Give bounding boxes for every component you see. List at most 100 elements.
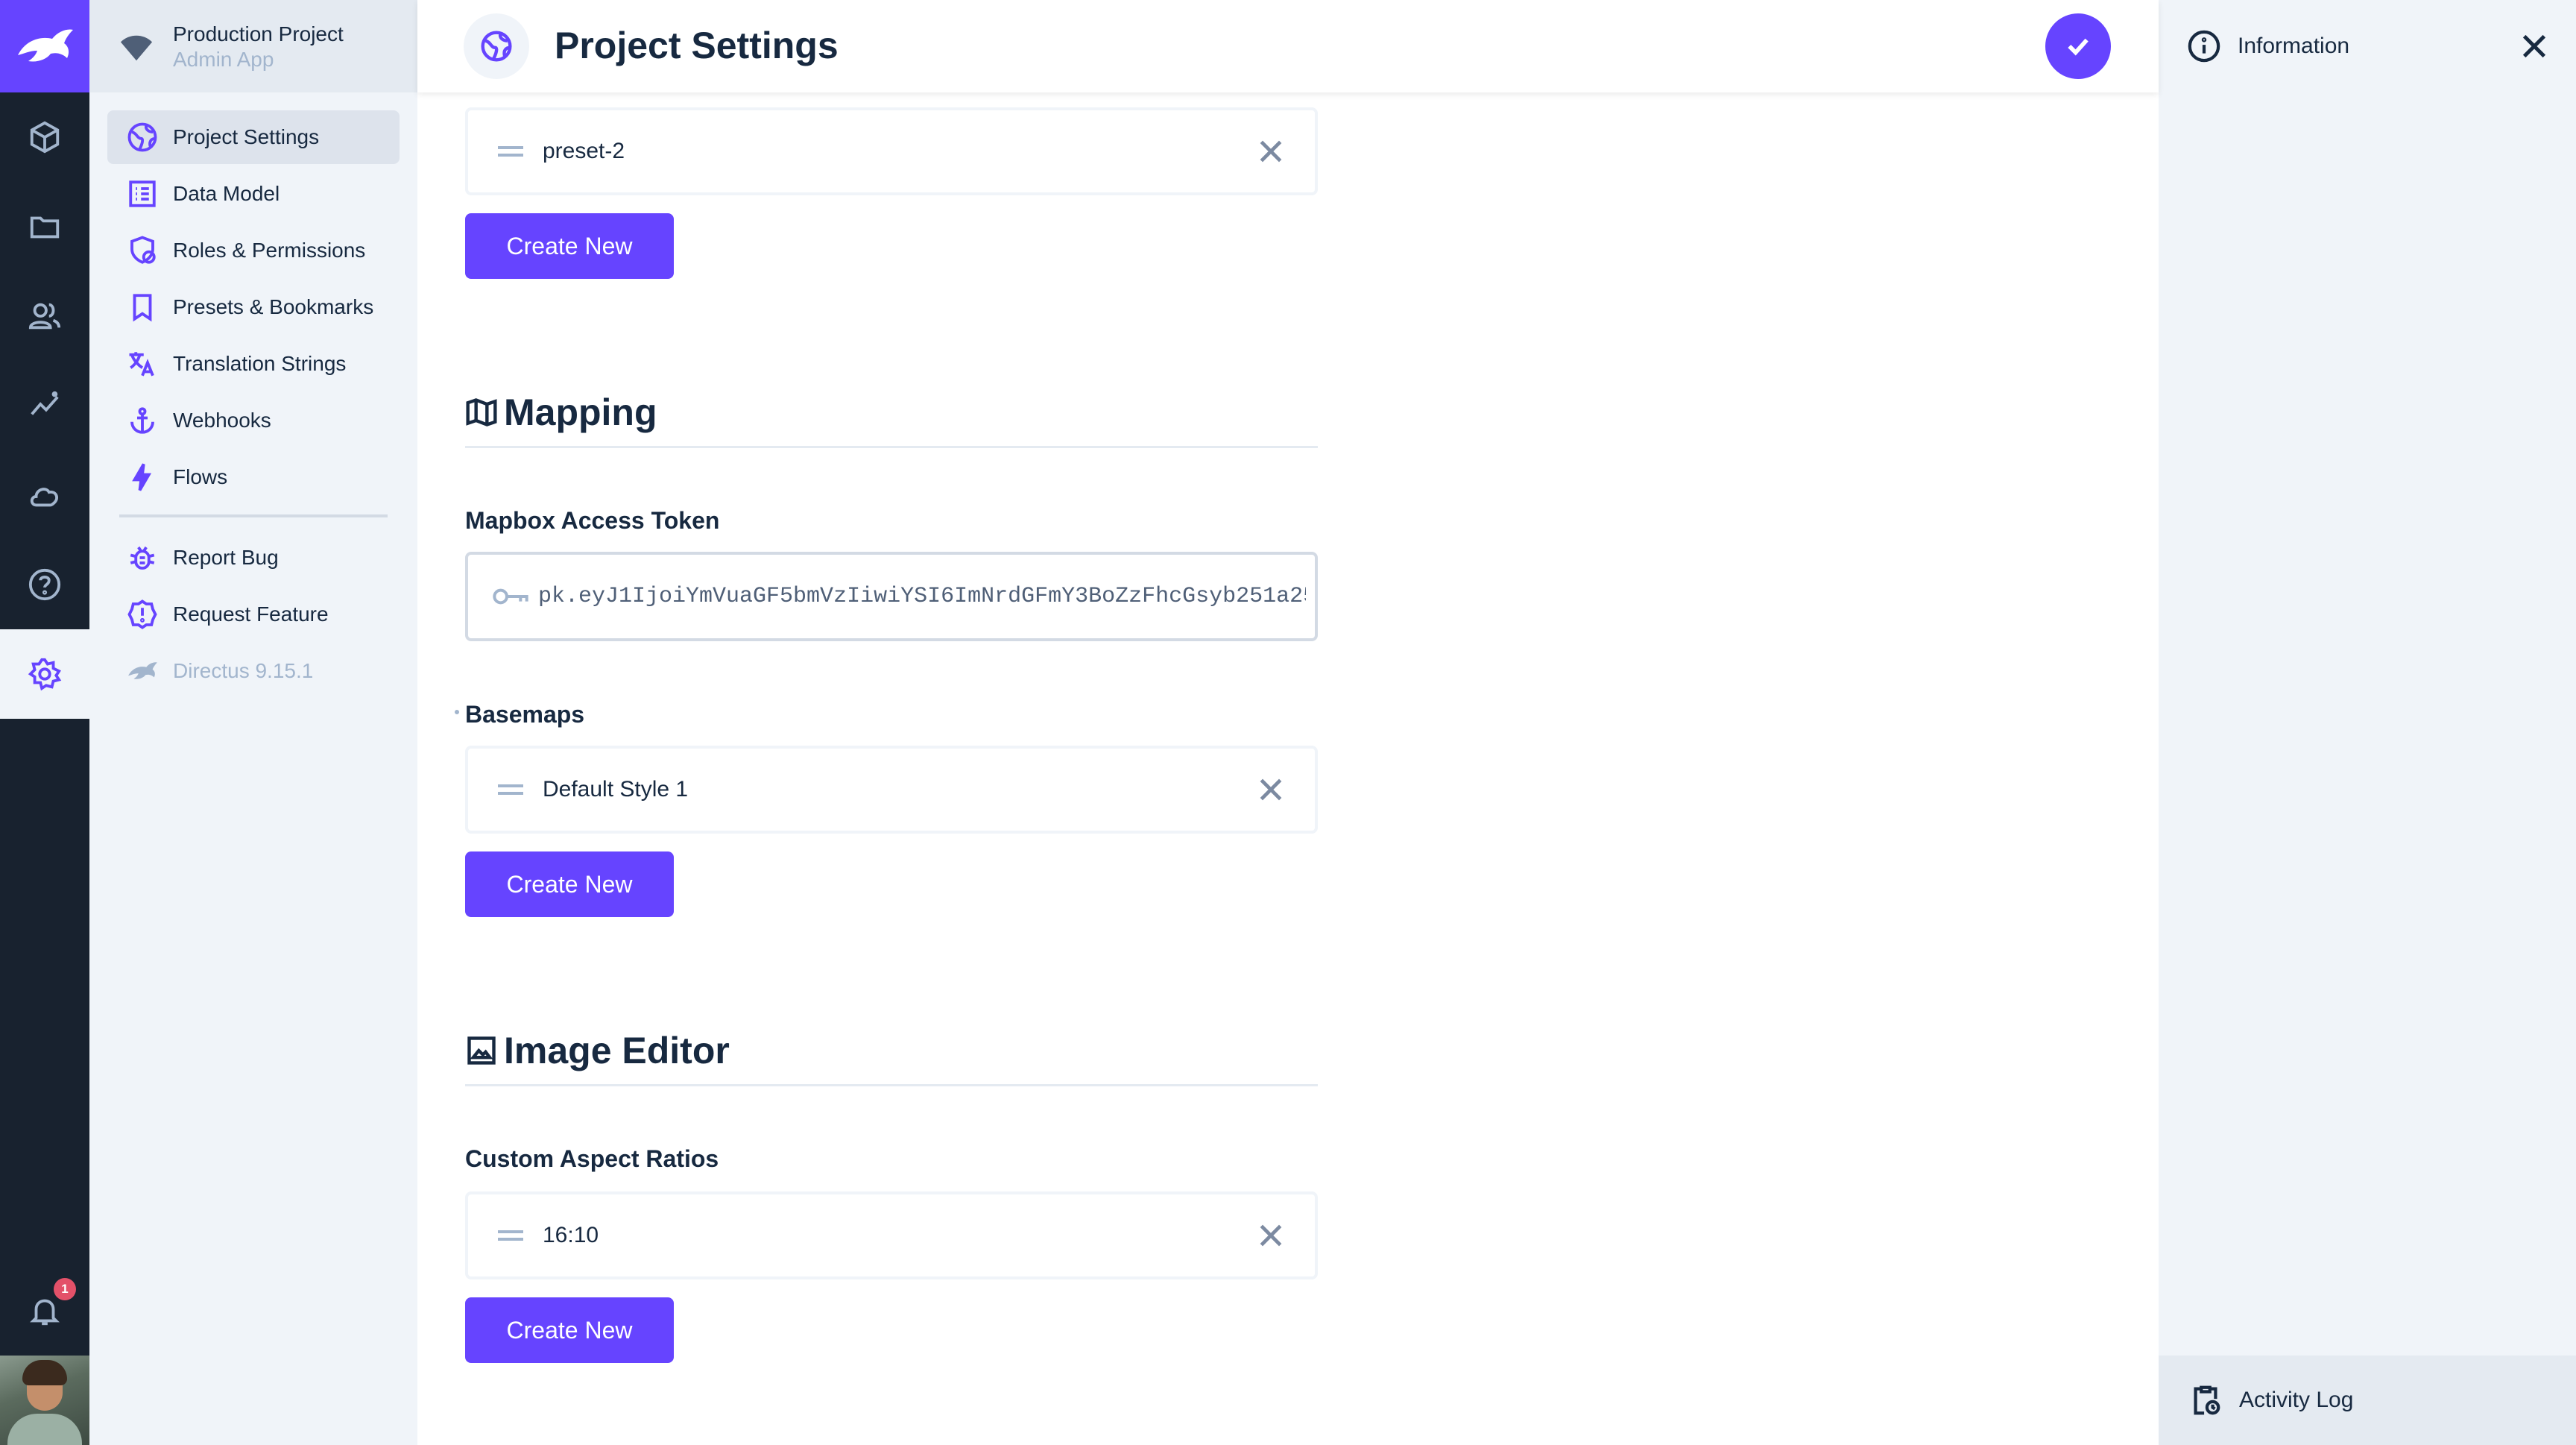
nav-item-request-feature[interactable]: Request Feature [107,588,400,641]
nav-item-report-bug[interactable]: Report Bug [107,531,400,585]
gear-icon [28,658,62,691]
info-icon [2187,29,2221,63]
nav-label: Flows [173,465,228,488]
nav-label: Presets & Bookmarks [173,295,374,318]
image-editor-section-title: Image Editor [465,1029,730,1072]
help-module-icon[interactable] [0,540,89,629]
bell-icon [30,1299,60,1326]
nav-label: Data Model [173,182,280,205]
nav-divider [119,514,388,517]
mapping-section-title: Mapping [465,391,657,434]
basemaps-label: Basemaps [465,701,585,728]
mapbox-token-input[interactable]: pk.eyJ1IjoiYmVuaGF5bmVzIiwiYSI6ImNrdGFmY… [465,552,1318,641]
create-new-button[interactable]: Create New [465,213,674,279]
nav-item-webhooks[interactable]: Webhooks [107,394,400,447]
settings-form: preset-2 Create New Mapping Mapbox Acces… [417,92,2159,1445]
presets-list-item[interactable]: preset-2 [465,107,1318,195]
image-icon [467,1036,496,1065]
check-icon [2068,38,2089,56]
project-subtitle: Admin App [173,48,274,71]
section-title-label: Image Editor [504,1030,730,1071]
save-button[interactable] [2045,13,2111,79]
people-icon [28,303,61,330]
cloud-icon [30,488,58,507]
nav-item-presets-bookmarks[interactable]: Presets & Bookmarks [107,280,400,334]
user-avatar[interactable] [0,1356,89,1445]
settings-navigation: Production Project Admin App Project Set… [89,0,417,1445]
map-icon [466,398,497,426]
translate-icon [125,347,160,381]
folder-icon [30,216,60,239]
section-divider [465,1084,1318,1086]
project-switcher[interactable]: Production Project Admin App [89,0,417,92]
globe-icon [125,120,160,154]
close-sidebar-icon[interactable] [2519,31,2549,61]
create-new-button[interactable]: Create New [465,851,674,917]
nav-item-roles-permissions[interactable]: Roles & Permissions [107,224,400,277]
mapbox-token-label: Mapbox Access Token [465,507,720,534]
list-alt-icon [125,177,160,211]
sidebar-title: Information [2238,34,2350,58]
close-icon[interactable] [1257,137,1285,166]
settings-module-icon[interactable] [0,629,89,719]
notifications-button[interactable] [0,1266,89,1356]
nav-label: Request Feature [173,602,329,626]
token-value: pk.eyJ1IjoiYmVuaGF5bmVzIiwiYSI6ImNrdGFmY… [538,584,1306,609]
drag-handle-icon[interactable] [498,146,523,157]
help-icon [28,568,61,601]
bookmark-icon [125,290,160,324]
sidebar-info-header[interactable]: Information [2159,0,2576,92]
create-new-button[interactable]: Create New [465,1297,674,1363]
aspect-ratios-label: Custom Aspect Ratios [465,1145,719,1172]
nav-item-data-model[interactable]: Data Model [107,167,400,221]
nav-label: Directus 9.15.1 [173,659,314,682]
nav-label: Webhooks [173,409,271,432]
directus-logo[interactable] [0,0,89,92]
list-item-label: Default Style 1 [543,777,689,802]
required-indicator [455,710,459,714]
basemaps-list-item[interactable]: Default Style 1 [465,746,1318,834]
cube-icon [30,121,60,154]
clipboard-clock-icon [2188,1383,2223,1417]
section-divider [465,446,1318,448]
drag-handle-icon[interactable] [498,784,523,795]
nav-label: Translation Strings [173,352,347,375]
module-bar: 1 [0,0,89,1445]
nav-label: Report Bug [173,546,279,569]
info-sidebar: Information Activity Log [2159,0,2576,1445]
drag-handle-icon[interactable] [498,1230,523,1241]
list-item-label: preset-2 [543,139,625,163]
admin-panel-icon [125,233,160,268]
aspect-ratio-list-item[interactable]: 16:10 [465,1191,1318,1279]
content-module-icon[interactable] [0,92,89,182]
globe-icon [481,31,512,62]
insights-icon [31,391,59,415]
new-releases-icon [125,597,160,632]
nav-item-version[interactable]: Directus 9.15.1 [107,644,400,698]
nav-label: Project Settings [173,125,320,148]
section-title-label: Mapping [504,391,657,433]
cloud-module-icon[interactable] [0,450,89,540]
activity-log-label: Activity Log [2239,1388,2354,1412]
wifi-icon [120,35,153,61]
title-icon-badge [464,13,529,79]
project-name: Production Project [173,22,344,45]
files-module-icon[interactable] [0,182,89,271]
bug-icon [125,541,160,575]
nav-item-project-settings[interactable]: Project Settings [107,110,400,164]
notification-badge: 1 [54,1278,76,1300]
close-icon[interactable] [1257,1221,1285,1250]
nav-label: Roles & Permissions [173,239,366,262]
insights-module-icon[interactable] [0,361,89,450]
page-title: Project Settings [555,25,839,66]
key-icon [493,588,528,605]
bolt-icon [125,460,160,494]
users-module-icon[interactable] [0,271,89,361]
list-item-label: 16:10 [543,1223,599,1247]
page-header: Project Settings [417,0,2159,92]
close-icon[interactable] [1257,775,1285,804]
nav-item-flows[interactable]: Flows [107,450,400,504]
activity-log-button[interactable]: Activity Log [2159,1356,2576,1445]
directus-logo-icon [125,654,160,688]
nav-item-translation-strings[interactable]: Translation Strings [107,337,400,391]
